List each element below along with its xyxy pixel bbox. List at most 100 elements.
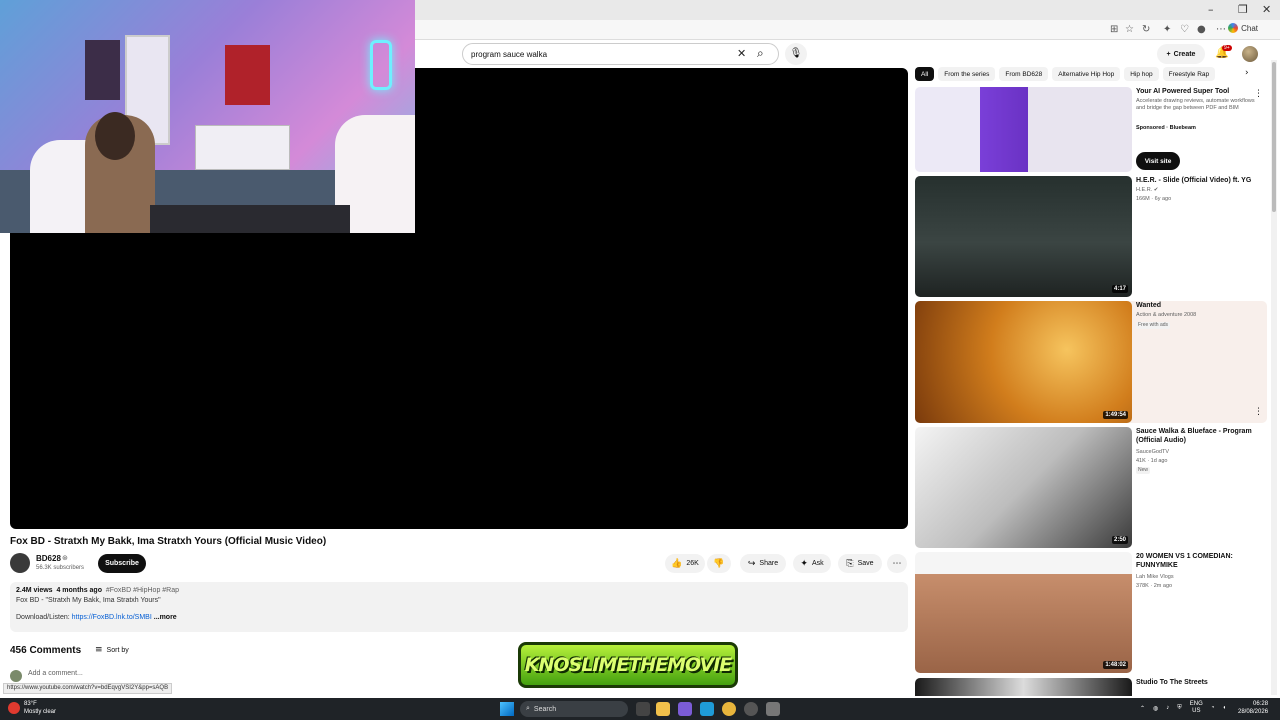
rec-title[interactable]: Studio To The Streets bbox=[1136, 678, 1264, 687]
chip-hip-hop[interactable]: Hip hop bbox=[1124, 67, 1159, 81]
create-button[interactable]: + Create bbox=[1157, 44, 1205, 64]
rec-title[interactable]: H.E.R. - Slide (Official Video) ft. YG bbox=[1136, 176, 1264, 185]
task-view-icon[interactable] bbox=[636, 702, 650, 716]
chip-all[interactable]: All bbox=[915, 67, 935, 81]
rec-title[interactable]: Sauce Walka & Blueface - Program (Offici… bbox=[1136, 427, 1264, 445]
free-with-ads-badge: Free with ads bbox=[1136, 322, 1171, 329]
volume-icon[interactable]: ◖ bbox=[1222, 705, 1226, 711]
more-link[interactable]: ...more bbox=[154, 614, 177, 621]
view-count: 2.4M views bbox=[16, 587, 53, 594]
chip-freestyle-rap[interactable]: Freestyle Rap bbox=[1162, 67, 1216, 81]
edge-icon[interactable] bbox=[700, 702, 714, 716]
bookmark-star-icon[interactable]: ☆ bbox=[1125, 24, 1134, 35]
video-thumbnail[interactable]: 2:50 bbox=[915, 427, 1132, 548]
video-thumbnail[interactable] bbox=[915, 678, 1132, 696]
share-button[interactable]: ↪ Share bbox=[740, 554, 786, 573]
hashtags[interactable]: #FoxBD #HipHop #Rap bbox=[106, 587, 179, 594]
search-input-value: program sauce walka bbox=[471, 49, 548, 59]
microphone-icon[interactable]: 🎙 bbox=[785, 43, 807, 65]
chat-label: Chat bbox=[1241, 23, 1258, 33]
more-vertical-icon[interactable]: ⋮ bbox=[1254, 407, 1263, 417]
close-window-button[interactable]: ✕ bbox=[1262, 3, 1271, 16]
subscribe-button[interactable]: Subscribe bbox=[98, 554, 146, 573]
duration: 4:17 bbox=[1111, 285, 1128, 293]
share-icon: ↪ bbox=[747, 558, 756, 569]
rec-title[interactable]: Your AI Powered Super Tool bbox=[1136, 87, 1264, 96]
settings-icon[interactable] bbox=[766, 702, 780, 716]
scrollbar-thumb[interactable] bbox=[1272, 62, 1276, 212]
list-item[interactable]: Studio To The Streets bbox=[915, 678, 1267, 696]
chat-button[interactable]: Chat bbox=[1228, 23, 1258, 33]
minimize-button[interactable]: – bbox=[1208, 3, 1214, 16]
ask-button[interactable]: ✦ Ask bbox=[793, 554, 831, 573]
rec-title[interactable]: 20 WOMEN VS 1 COMEDIAN: FUNNYMIKE bbox=[1136, 552, 1264, 570]
security-icon[interactable]: ⛨ bbox=[1177, 705, 1182, 712]
webcam-neon-light bbox=[370, 40, 392, 90]
sort-button[interactable]: ≡ Sort by bbox=[95, 645, 129, 655]
dislike-button[interactable]: 👎 bbox=[707, 554, 731, 573]
rec-channel[interactable]: Lah Mike Vlogs bbox=[1136, 574, 1174, 581]
network-icon[interactable]: ◍ bbox=[1153, 705, 1158, 712]
file-explorer-icon[interactable] bbox=[656, 702, 670, 716]
verified-icon: ⊛ bbox=[62, 555, 68, 562]
weather-widget[interactable]: 83°F Mostly clear bbox=[8, 700, 56, 716]
avatar[interactable] bbox=[1242, 46, 1258, 62]
channel-name[interactable]: BD628 bbox=[36, 554, 61, 563]
chip-from-series[interactable]: From the series bbox=[938, 67, 996, 81]
download-link[interactable]: https://FoxBD.lnk.to/SMBI bbox=[72, 614, 152, 621]
comment-input[interactable]: Add a comment... bbox=[28, 670, 83, 677]
settings-icon[interactable]: ⋯ bbox=[1216, 24, 1226, 35]
obs-icon[interactable] bbox=[744, 702, 758, 716]
list-item[interactable]: 1:49:54 Wanted Action & adventure 2008 F… bbox=[915, 301, 1267, 423]
visit-site-button[interactable]: Visit site bbox=[1136, 152, 1180, 170]
weather-icon bbox=[8, 702, 20, 714]
time: 06:28 bbox=[1253, 701, 1269, 707]
close-icon[interactable]: ✕ bbox=[737, 47, 746, 60]
windows-start-icon[interactable] bbox=[500, 702, 514, 716]
sort-label: Sort by bbox=[106, 646, 129, 654]
save-button[interactable]: ⎘ Save bbox=[838, 554, 882, 573]
language-indicator[interactable]: ENG US bbox=[1190, 701, 1203, 715]
list-item[interactable]: 2:50 Sauce Walka & Blueface - Program (O… bbox=[915, 427, 1267, 548]
like-count: 26K bbox=[686, 560, 699, 567]
chevron-up-icon[interactable]: ⌃ bbox=[1140, 705, 1145, 712]
search-input[interactable]: program sauce walka bbox=[462, 43, 779, 65]
video-description[interactable]: 2.4M views 4 months ago #FoxBD #HipHop #… bbox=[10, 582, 908, 632]
more-actions-button[interactable]: ⋯ bbox=[887, 554, 907, 573]
notification-badge: 9+ bbox=[1222, 45, 1232, 51]
chevron-right-icon[interactable]: › bbox=[1245, 68, 1249, 78]
system-tray: ⌃ ◍ ♪ ⛨ ENG US ◔ ◖ bbox=[1140, 701, 1226, 715]
channel-avatar[interactable] bbox=[10, 553, 30, 573]
commenter-avatar bbox=[10, 670, 22, 682]
rec-channel[interactable]: H.E.R. ✔ bbox=[1136, 187, 1158, 194]
search-icon[interactable]: ⌕ bbox=[757, 46, 764, 61]
wifi-icon[interactable]: ◔ bbox=[1211, 705, 1215, 711]
temperature: 83°F bbox=[24, 701, 37, 707]
rec-channel[interactable]: SauceGodTV bbox=[1136, 449, 1169, 456]
restore-button[interactable]: ❐ bbox=[1238, 3, 1248, 16]
video-thumbnail[interactable]: 1:48:02 bbox=[915, 552, 1132, 673]
clock[interactable]: 06:28 28/08/2026 bbox=[1238, 700, 1268, 716]
chip-from-channel[interactable]: From BD628 bbox=[999, 67, 1049, 81]
windows-taskbar: 83°F Mostly clear ⌕ Search ⌃ ◍ ♪ ⛨ ENG U… bbox=[0, 698, 1280, 720]
taskbar-search[interactable]: ⌕ Search bbox=[520, 701, 628, 717]
sponsored-item[interactable]: Your AI Powered Super Tool Accelerate dr… bbox=[915, 87, 1267, 172]
teams-icon[interactable] bbox=[678, 702, 692, 716]
puzzle-icon[interactable]: ✦ bbox=[1163, 24, 1171, 35]
like-button[interactable]: 👍 26K bbox=[665, 554, 705, 573]
profile-icon[interactable]: ● bbox=[1197, 24, 1206, 35]
list-item[interactable]: 1:48:02 20 WOMEN VS 1 COMEDIAN: FUNNYMIK… bbox=[915, 552, 1267, 673]
list-item[interactable]: 4:17 H.E.R. - Slide (Official Video) ft.… bbox=[915, 176, 1267, 297]
chrome-icon[interactable] bbox=[722, 702, 736, 716]
extensions-icon[interactable]: ⊞ bbox=[1110, 24, 1118, 35]
rec-title[interactable]: Wanted bbox=[1136, 301, 1264, 310]
ad-thumbnail[interactable] bbox=[915, 87, 1132, 172]
mic-tray-icon[interactable]: ♪ bbox=[1166, 705, 1169, 711]
rec-genre: Action & adventure 2008 bbox=[1136, 312, 1197, 318]
more-vertical-icon[interactable]: ⋮ bbox=[1254, 89, 1263, 99]
video-thumbnail[interactable]: 1:49:54 bbox=[915, 301, 1132, 423]
refresh-icon[interactable]: ↻ bbox=[1142, 24, 1150, 35]
chip-alt-hip-hop[interactable]: Alternative Hip Hop bbox=[1052, 67, 1121, 81]
favorites-icon[interactable]: ♡ bbox=[1180, 24, 1189, 35]
video-thumbnail[interactable]: 4:17 bbox=[915, 176, 1132, 297]
